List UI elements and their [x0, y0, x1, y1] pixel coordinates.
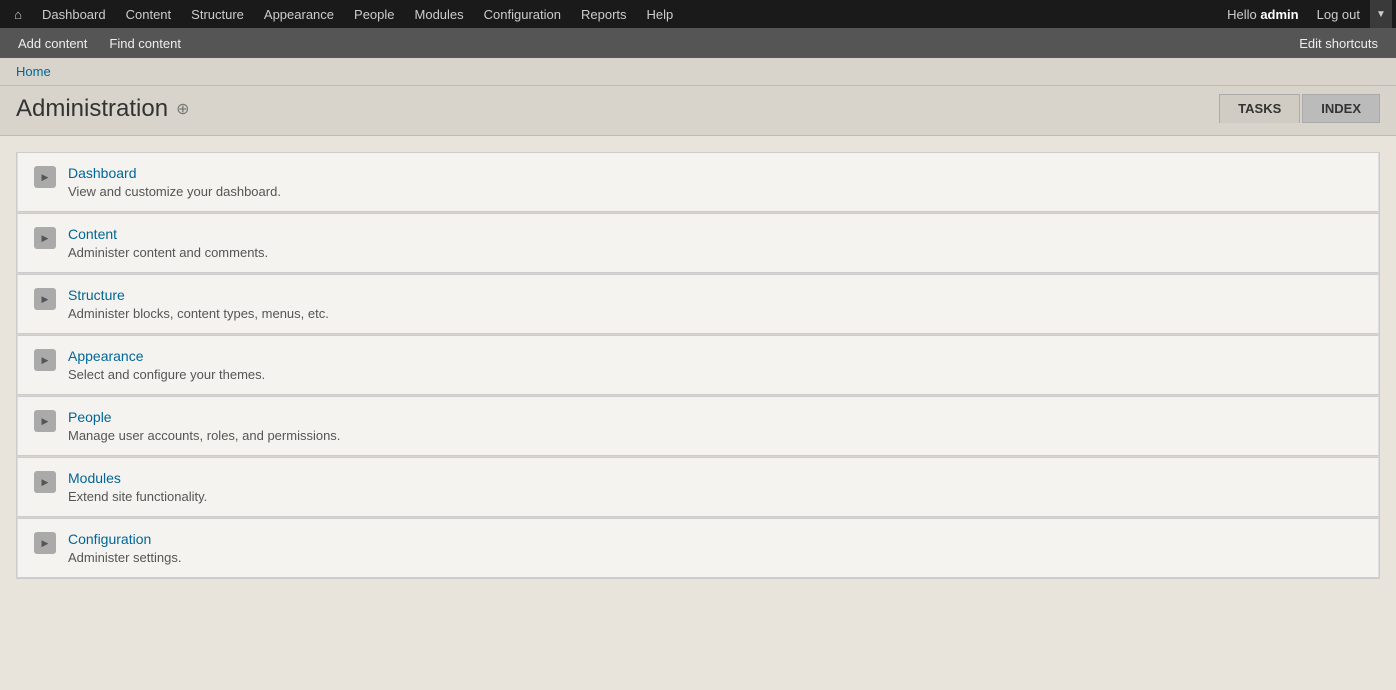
nav-arrow-button[interactable]: ▼ [1370, 0, 1392, 28]
admin-item-content-appearance: Appearance Select and configure your the… [68, 348, 1362, 382]
admin-item-content-structure: Structure Administer blocks, content typ… [68, 287, 1362, 321]
admin-item-desc-structure: Administer blocks, content types, menus,… [68, 306, 329, 321]
admin-item-content-content: Content Administer content and comments. [68, 226, 1362, 260]
page-tabs: TASKS INDEX [1219, 94, 1380, 123]
admin-item-content-modules: Modules Extend site functionality. [68, 470, 1362, 504]
page-title: Administration ⊕ [16, 95, 189, 123]
admin-item-people: People Manage user accounts, roles, and … [17, 396, 1379, 456]
expand-content-button[interactable] [34, 227, 56, 249]
admin-item-desc-configuration: Administer settings. [68, 550, 181, 565]
expand-people-button[interactable] [34, 410, 56, 432]
main-content: Dashboard View and customize your dashbo… [0, 136, 1396, 595]
expand-modules-button[interactable] [34, 471, 56, 493]
admin-item-wrapper-modules: Modules Extend site functionality. [17, 457, 1379, 518]
nav-item-appearance[interactable]: Appearance [254, 0, 344, 28]
admin-item-desc-content: Administer content and comments. [68, 245, 268, 260]
admin-item-content: Content Administer content and comments. [17, 213, 1379, 273]
admin-item-wrapper-appearance: Appearance Select and configure your the… [17, 335, 1379, 396]
tab-index[interactable]: INDEX [1302, 94, 1380, 123]
nav-item-structure[interactable]: Structure [181, 0, 254, 28]
admin-item-appearance: Appearance Select and configure your the… [17, 335, 1379, 395]
admin-item-title-structure[interactable]: Structure [68, 287, 1362, 303]
admin-items-list: Dashboard View and customize your dashbo… [16, 152, 1380, 579]
admin-item-title-people[interactable]: People [68, 409, 1362, 425]
admin-item-wrapper-content: Content Administer content and comments. [17, 213, 1379, 274]
admin-item-modules: Modules Extend site functionality. [17, 457, 1379, 517]
nav-admin-username: admin [1260, 7, 1298, 22]
admin-item-wrapper-dashboard: Dashboard View and customize your dashbo… [17, 152, 1379, 213]
admin-item-title-dashboard[interactable]: Dashboard [68, 165, 1362, 181]
admin-item-title-appearance[interactable]: Appearance [68, 348, 1362, 364]
home-icon[interactable]: ⌂ [4, 0, 32, 28]
nav-hello-text: Hello admin [1219, 7, 1307, 22]
breadcrumb-bar: Home [0, 58, 1396, 86]
tab-tasks[interactable]: TASKS [1219, 94, 1300, 123]
nav-right-section: Hello admin Log out ▼ [1219, 0, 1392, 28]
expand-dashboard-button[interactable] [34, 166, 56, 188]
nav-item-dashboard[interactable]: Dashboard [32, 0, 116, 28]
admin-item-desc-appearance: Select and configure your themes. [68, 367, 265, 382]
admin-item-title-configuration[interactable]: Configuration [68, 531, 1362, 547]
nav-item-configuration[interactable]: Configuration [474, 0, 571, 28]
expand-configuration-button[interactable] [34, 532, 56, 554]
admin-item-desc-dashboard: View and customize your dashboard. [68, 184, 281, 199]
admin-item-title-content[interactable]: Content [68, 226, 1362, 242]
admin-item-desc-people: Manage user accounts, roles, and permiss… [68, 428, 340, 443]
expand-structure-button[interactable] [34, 288, 56, 310]
nav-item-content[interactable]: Content [116, 0, 182, 28]
admin-item-desc-modules: Extend site functionality. [68, 489, 207, 504]
admin-item-wrapper-configuration: Configuration Administer settings. [17, 518, 1379, 578]
nav-item-people[interactable]: People [344, 0, 404, 28]
second-navigation: Add content Find content Edit shortcuts [0, 28, 1396, 58]
admin-item-structure: Structure Administer blocks, content typ… [17, 274, 1379, 334]
find-content-link[interactable]: Find content [99, 28, 191, 58]
admin-item-title-modules[interactable]: Modules [68, 470, 1362, 486]
edit-shortcuts-link[interactable]: Edit shortcuts [1289, 28, 1388, 58]
admin-item-wrapper-structure: Structure Administer blocks, content typ… [17, 274, 1379, 335]
page-header: Administration ⊕ TASKS INDEX [0, 86, 1396, 136]
admin-item-configuration: Configuration Administer settings. [17, 518, 1379, 578]
admin-item-wrapper-people: People Manage user accounts, roles, and … [17, 396, 1379, 457]
top-navigation: ⌂ Dashboard Content Structure Appearance… [0, 0, 1396, 28]
expand-appearance-button[interactable] [34, 349, 56, 371]
nav-logout-button[interactable]: Log out [1307, 0, 1370, 28]
add-content-link[interactable]: Add content [8, 28, 97, 58]
add-shortcut-icon[interactable]: ⊕ [176, 99, 189, 119]
nav-item-help[interactable]: Help [637, 0, 684, 28]
admin-item-content-configuration: Configuration Administer settings. [68, 531, 1362, 565]
admin-item-content-dashboard: Dashboard View and customize your dashbo… [68, 165, 1362, 199]
nav-item-reports[interactable]: Reports [571, 0, 637, 28]
admin-item-content-people: People Manage user accounts, roles, and … [68, 409, 1362, 443]
admin-item-dashboard: Dashboard View and customize your dashbo… [17, 152, 1379, 212]
nav-item-modules[interactable]: Modules [405, 0, 474, 28]
breadcrumb-home[interactable]: Home [16, 64, 51, 79]
